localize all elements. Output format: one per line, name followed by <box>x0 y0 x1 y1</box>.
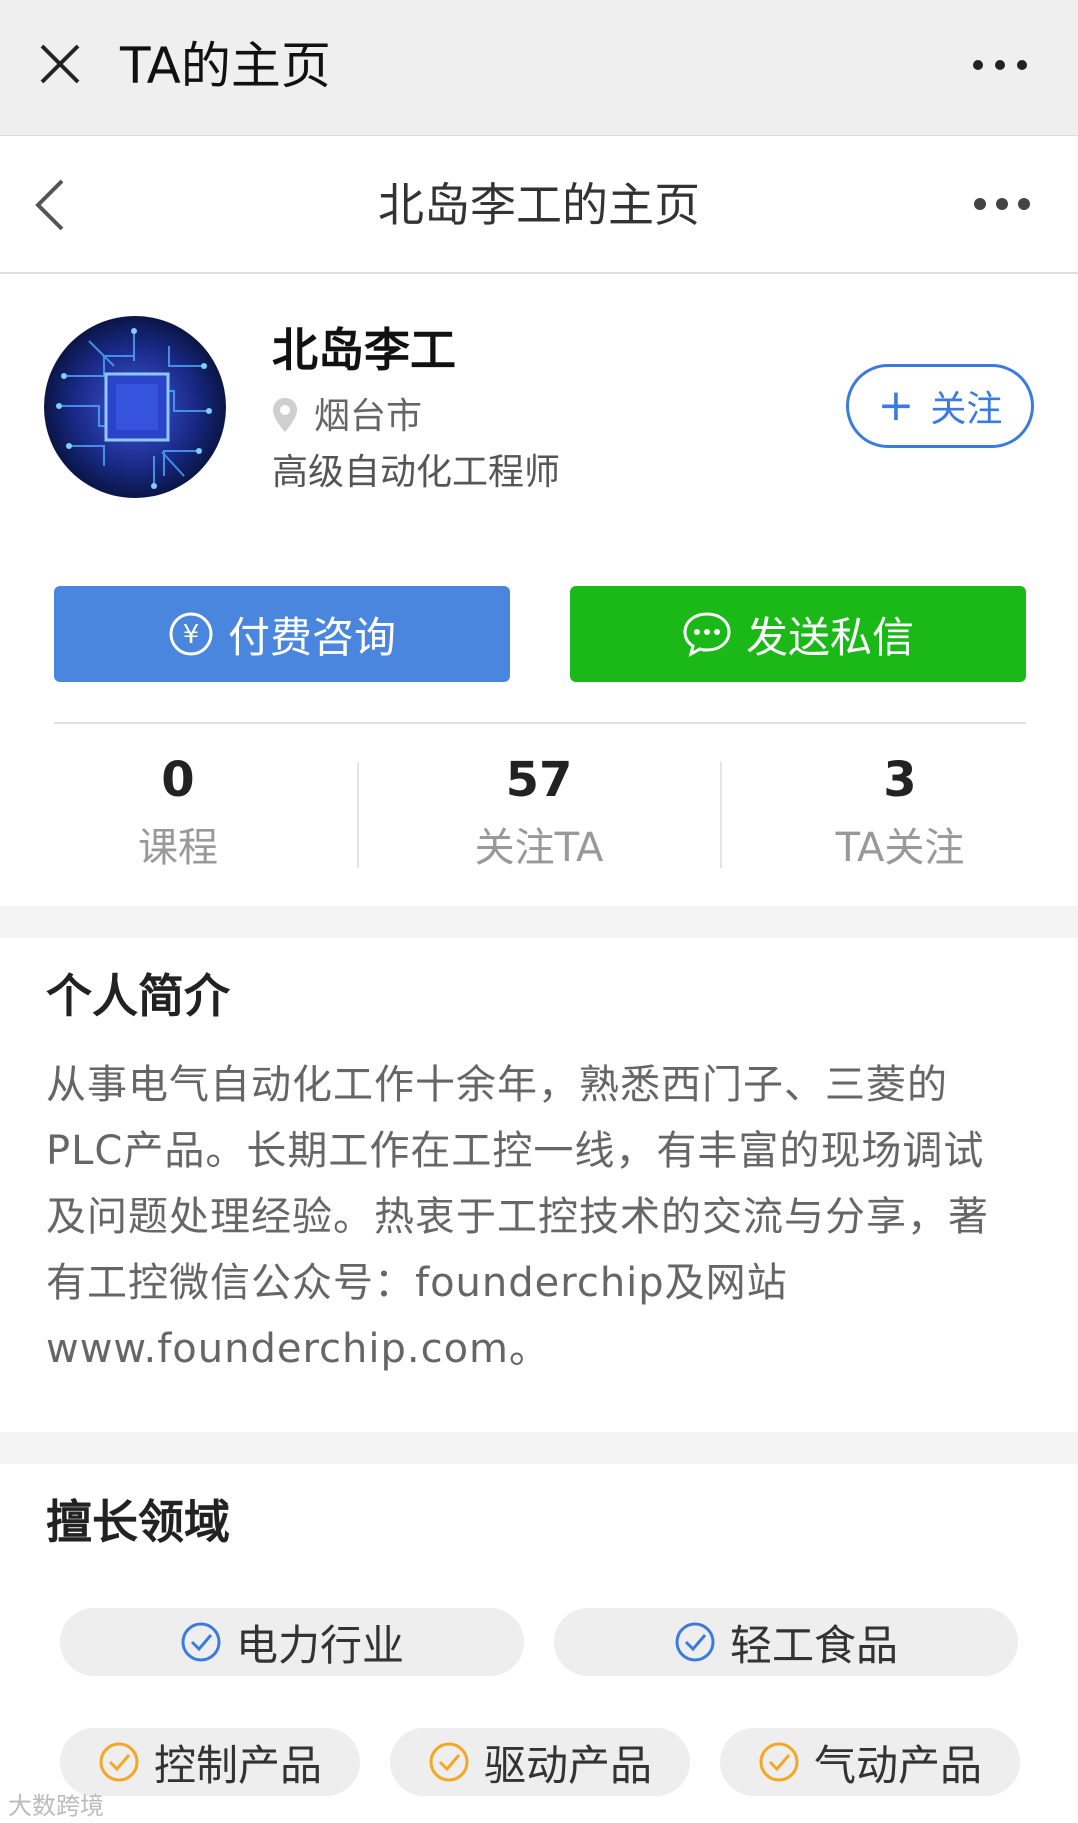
stat-separator <box>720 762 722 868</box>
profile-job-title: 高级自动化工程师 <box>272 452 561 493</box>
yen-coin-icon: ¥ <box>169 612 213 656</box>
tag-label: 气动产品 <box>813 1740 982 1790</box>
tag-industry[interactable]: 轻工食品 <box>554 1608 1018 1676</box>
section-gap <box>0 906 1078 938</box>
close-icon[interactable] <box>38 42 82 86</box>
check-circle-icon <box>99 1742 139 1782</box>
avatar[interactable] <box>44 316 226 498</box>
intro-line: PLC产品。长期工作在工控一线，有丰富的现场调试 <box>46 1128 985 1174</box>
tag-label: 轻工食品 <box>729 1620 898 1670</box>
stat-label: 关注TA <box>474 825 604 871</box>
stat-label: TA关注 <box>835 825 965 871</box>
stat-value: 57 <box>505 752 573 808</box>
chat-bubble-icon <box>683 612 731 657</box>
plus-icon: + <box>877 380 915 431</box>
app-top-bar: TA的主页 <box>0 0 1078 136</box>
stat-following[interactable]: 3 TA关注 <box>735 748 1065 878</box>
check-circle-icon <box>181 1622 221 1662</box>
watermark: 大数跨境 <box>8 1792 104 1820</box>
expertise-title: 擅长领域 <box>46 1495 230 1549</box>
circuit-board-image <box>56 328 212 489</box>
location-pin-icon <box>273 398 297 432</box>
intro-line: 有工控微信公众号：founderchip及网站 <box>46 1260 788 1306</box>
tag-label: 电力行业 <box>235 1620 404 1670</box>
check-circle-icon <box>759 1742 799 1782</box>
tag-product[interactable]: 气动产品 <box>720 1728 1020 1796</box>
send-message-label: 发送私信 <box>745 612 914 662</box>
section-gap <box>0 1432 1078 1464</box>
follow-button[interactable]: + 关注 <box>846 364 1034 448</box>
check-circle-icon <box>675 1622 715 1662</box>
send-message-button[interactable]: 发送私信 <box>570 586 1026 682</box>
svg-text:¥: ¥ <box>183 620 200 650</box>
intro-text: 从事电气自动化工作十余年，熟悉西门子、三菱的 PLC产品。长期工作在工控一线，有… <box>46 1052 1026 1382</box>
paid-consult-label: 付费咨询 <box>227 612 396 662</box>
check-circle-icon <box>429 1742 469 1782</box>
tag-label: 驱动产品 <box>483 1740 652 1790</box>
page-more-icon[interactable] <box>972 189 1032 219</box>
stat-followers[interactable]: 57 关注TA <box>374 748 704 878</box>
follow-label: 关注 <box>930 389 1003 430</box>
tag-industry[interactable]: 电力行业 <box>60 1608 524 1676</box>
intro-line: 从事电气自动化工作十余年，熟悉西门子、三菱的 <box>46 1062 948 1108</box>
stat-label: 课程 <box>138 825 218 871</box>
tag-label: 控制产品 <box>153 1740 322 1790</box>
tag-product[interactable]: 驱动产品 <box>390 1728 690 1796</box>
more-options-icon[interactable] <box>970 50 1030 80</box>
location-text: 烟台市 <box>314 396 423 437</box>
profile-location: 烟台市 <box>272 392 422 442</box>
tag-product[interactable]: 控制产品 <box>60 1728 360 1796</box>
stat-value: 3 <box>883 752 917 808</box>
window-title: TA的主页 <box>120 37 331 95</box>
intro-line: www.founderchip.com。 <box>46 1326 551 1372</box>
page-nav-bar: 北岛李工的主页 <box>0 137 1078 274</box>
intro-title: 个人简介 <box>46 969 230 1023</box>
stat-separator <box>357 762 359 868</box>
intro-line: 及问题处理经验。热衷于工控技术的交流与分享，著 <box>46 1194 989 1240</box>
page-title: 北岛李工的主页 <box>378 178 700 232</box>
divider <box>54 722 1026 724</box>
stat-courses[interactable]: 0 课程 <box>13 748 343 878</box>
paid-consult-button[interactable]: ¥ 付费咨询 <box>54 586 510 682</box>
stat-value: 0 <box>161 752 195 808</box>
profile-name: 北岛李工 <box>272 323 456 377</box>
